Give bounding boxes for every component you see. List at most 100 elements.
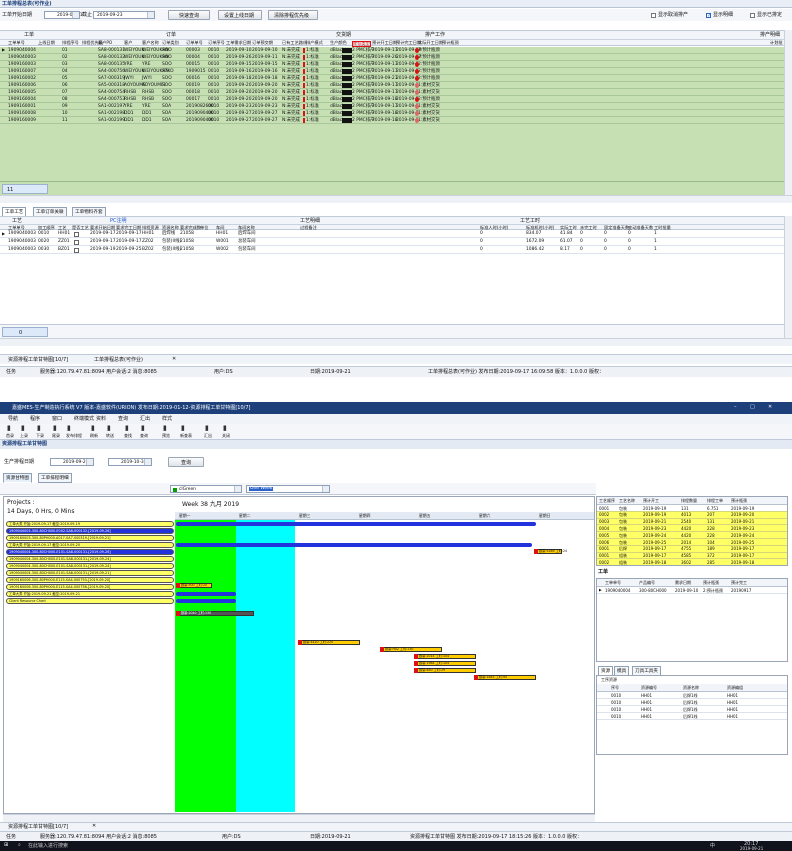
column-header[interactable]: 工单单号 bbox=[8, 40, 25, 45]
toolbar-button[interactable]: 查找 bbox=[124, 434, 132, 438]
toolbar-button[interactable]: 刷新 bbox=[90, 434, 98, 438]
column-header[interactable]: 客户PO bbox=[98, 40, 112, 45]
toolbar-button-icon[interactable]: ▮ bbox=[91, 425, 95, 432]
grid-vscroll[interactable] bbox=[784, 30, 792, 195]
column-header[interactable]: 工艺名称 bbox=[619, 499, 635, 503]
table-row[interactable]: 0003 包装 2019-09-21 2540 131 2019-09-21 bbox=[597, 519, 787, 526]
set-date-button[interactable]: 设置上线日期 bbox=[218, 10, 262, 20]
column-header[interactable]: 预计瓶颈 bbox=[731, 499, 747, 503]
column-header[interactable]: 预计开工 bbox=[643, 499, 659, 503]
table-row[interactable]: 0001 包装 2019-09-19 131 6.751 2019-09-19 bbox=[597, 505, 787, 512]
table-row[interactable]: 1909160004 08 SA4-000753 RHSB RHSB SOO 00017 00… bbox=[0, 96, 784, 103]
clear-priority-button[interactable]: 清除排程优先级 bbox=[268, 10, 318, 20]
table-row[interactable]: 1909040003 0020 ZZ01 2019-09-17 2019-09-17 ZZ… bbox=[0, 238, 784, 246]
process-checkbox[interactable] bbox=[74, 240, 79, 245]
toolbar-button[interactable]: 预览 bbox=[162, 434, 170, 438]
process-checkbox[interactable] bbox=[74, 248, 79, 253]
windows-start-icon[interactable]: ⊞ bbox=[4, 843, 8, 848]
toolbar-button-icon[interactable]: ▮ bbox=[21, 425, 25, 432]
column-header[interactable]: 已有工艺路线 bbox=[282, 40, 307, 45]
process-hscroll[interactable] bbox=[0, 338, 792, 346]
taskbar-search[interactable]: 在此输入进行搜索 bbox=[28, 844, 68, 849]
toolbar-button[interactable]: 下录 bbox=[36, 434, 44, 438]
clock-date[interactable]: 2019-09-21 bbox=[740, 847, 763, 851]
column-header[interactable]: 客户 bbox=[124, 40, 132, 45]
minimize-icon[interactable]: – bbox=[734, 405, 737, 410]
range-select[interactable]: One Week bbox=[246, 485, 330, 493]
menu-item[interactable]: 样式 bbox=[162, 417, 172, 422]
tab-schedule-detail[interactable]: 工单排程明细 bbox=[38, 473, 72, 483]
column-header[interactable]: 订单类别 bbox=[162, 40, 179, 45]
doc-tab-schedule[interactable]: 工单排程总表(可作业) bbox=[94, 358, 143, 363]
table-row[interactable]: ▶ 1909040004 300-80CH000 2019-09-10 2:预计瓶颈 20… bbox=[597, 587, 787, 594]
toolbar-button-icon[interactable]: ▮ bbox=[37, 425, 41, 432]
column-header[interactable]: 预计开工日期 bbox=[372, 40, 397, 45]
column-header[interactable]: 订单序号 bbox=[208, 40, 225, 45]
column-header[interactable]: 需求日期 bbox=[675, 581, 691, 585]
table-row[interactable]: 1909160005 07 SA4-000754 RHSB RHSB SOO 00018 00… bbox=[0, 89, 784, 96]
table-row[interactable]: 0004 包装 2019-09-23 4420 228 2019-09-23 bbox=[597, 525, 787, 533]
toolbar-button-icon[interactable]: ▮ bbox=[205, 425, 209, 432]
detail-checkbox[interactable]: ✓ bbox=[706, 13, 711, 19]
table-row[interactable]: 0002 包装 2019-09-19 4013 207 2019-09-20 bbox=[597, 512, 787, 519]
column-header[interactable]: 资源编组 bbox=[727, 686, 743, 690]
table-row[interactable]: 0001 组装 2019-09-17 4585 372 2019-09-17 bbox=[597, 553, 787, 560]
column-header[interactable]: 预计瓶颈 bbox=[442, 40, 459, 45]
table-row[interactable]: 0010 HH01 后焊1线 HH01 bbox=[597, 713, 787, 720]
column-header[interactable]: 序号 bbox=[611, 686, 619, 690]
toolbar-button-icon[interactable]: ▮ bbox=[163, 425, 167, 432]
table-row[interactable]: 0006 包装 2019-09-25 2014 104 2019-09-25 bbox=[597, 539, 787, 546]
table-row[interactable]: 1909160008 10 SA1-002198 DD1 DD1 SOA 201909040… bbox=[0, 110, 784, 117]
column-header[interactable]: 实际开工日期 bbox=[418, 40, 443, 45]
toolbar-button-icon[interactable]: ▮ bbox=[141, 425, 145, 432]
table-row[interactable]: 1909040003 02 SA8-000132 WEIYOUK WEIYOUKAN SO… bbox=[0, 54, 784, 61]
column-header[interactable]: 生产颜色 bbox=[330, 40, 347, 45]
query-button[interactable]: 查询 bbox=[168, 457, 204, 467]
table-row[interactable]: 1909160001 09 SA1-002197 YRE YRE SOA 201908260… bbox=[0, 103, 784, 110]
tab-resource-gantt[interactable]: 资源甘特图 bbox=[3, 473, 32, 483]
table-row[interactable]: 0010 HH01 后焊1线 HH01 bbox=[597, 706, 787, 713]
column-header[interactable]: 排程工单 bbox=[707, 499, 723, 503]
table-row[interactable]: 1909160002 05 SA7-000319 JWYI JWYI SOO 00016 00… bbox=[0, 75, 784, 82]
column-header[interactable]: 排产模式 bbox=[306, 40, 323, 45]
color-select[interactable]: clGreen bbox=[170, 485, 242, 493]
toolbar-button-icon[interactable]: ▮ bbox=[67, 425, 71, 432]
column-header[interactable]: 工艺顺序 bbox=[599, 499, 615, 503]
toolbar-button[interactable]: 发布排程 bbox=[66, 434, 82, 438]
sched-date-from[interactable]: 2019-09-21 bbox=[50, 458, 94, 466]
process-vscroll[interactable] bbox=[784, 216, 792, 338]
toolbar-button-icon[interactable]: ▮ bbox=[107, 425, 111, 432]
menu-item[interactable]: 程序 bbox=[30, 417, 40, 422]
table-row[interactable]: 0005 包装 2019-09-24 4420 228 2019-09-24 bbox=[597, 532, 787, 539]
close-window-icon[interactable]: ✕ bbox=[768, 405, 772, 410]
table-row[interactable]: 0002 组装 2019-09-18 3602 285 2019-09-18 bbox=[597, 559, 787, 565]
toolbar-button[interactable]: 尾录 bbox=[52, 434, 60, 438]
column-header[interactable]: 排程序号 bbox=[62, 40, 79, 45]
table-row[interactable]: 1909160007 04 SA4-000756 WEIYOUK WEIYOUKAN ST… bbox=[0, 68, 784, 75]
menu-item[interactable]: 窗口 bbox=[52, 417, 62, 422]
toolbar-button-icon[interactable]: ▮ bbox=[53, 425, 57, 432]
doc-tab-gantt[interactable]: 资源排程工单甘特图[10/7] bbox=[8, 358, 68, 363]
column-header[interactable]: 上线日期 bbox=[38, 40, 55, 45]
date-from-input[interactable]: 2019-09-21 bbox=[44, 11, 83, 19]
column-header[interactable]: 预计完工 bbox=[731, 581, 747, 585]
menu-item[interactable]: 导航 bbox=[8, 417, 18, 422]
unsched-checkbox[interactable] bbox=[651, 13, 656, 18]
toolbar-button[interactable]: 新查表 bbox=[180, 434, 192, 438]
column-header[interactable]: 资源名称 bbox=[683, 686, 699, 690]
table-row[interactable]: 0010 HH01 后焊1线 HH01 bbox=[597, 692, 787, 699]
table-row[interactable]: 0010 HH01 后焊1线 HH01 bbox=[597, 699, 787, 706]
toolbar-button[interactable]: 汇出 bbox=[204, 434, 212, 438]
column-header[interactable]: 排程数量 bbox=[681, 499, 697, 503]
column-header[interactable]: 工单需求日期 bbox=[226, 40, 251, 45]
table-row[interactable]: ▶ 1909040004 01 SA8-000131 WEIYOUK WEIYOUKAN S… bbox=[0, 47, 784, 54]
maximize-icon[interactable]: □ bbox=[750, 405, 755, 410]
language-indicator[interactable]: 中 bbox=[710, 844, 715, 849]
menu-item[interactable]: 资料 bbox=[96, 417, 106, 422]
column-header[interactable]: 预计瓶颈 bbox=[703, 581, 719, 585]
toolbar-button-icon[interactable]: ▮ bbox=[223, 425, 227, 432]
toolbar-button[interactable]: 关闭 bbox=[222, 434, 230, 438]
column-header[interactable]: 订单预交期 bbox=[252, 40, 273, 45]
table-row[interactable]: 1909160003 03 SA8-000135 YRE YRE SOO 00015 0010… bbox=[0, 61, 784, 68]
column-header[interactable]: 订单单号 bbox=[186, 40, 203, 45]
